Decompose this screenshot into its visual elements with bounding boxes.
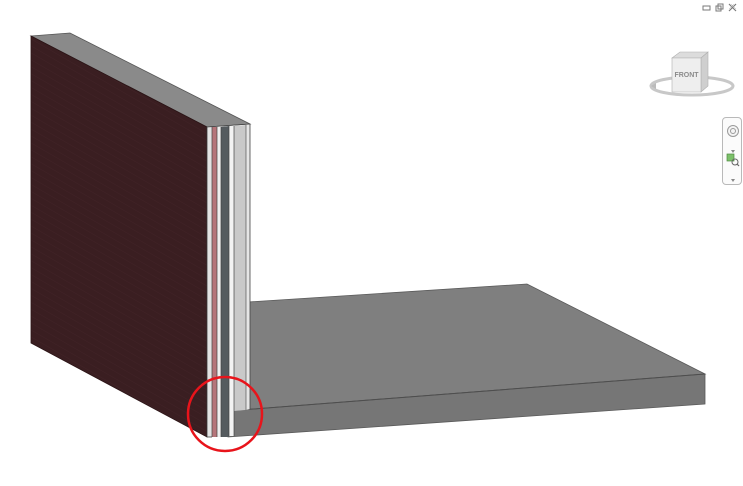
minimize-icon[interactable] (701, 2, 711, 12)
steering-wheel-icon[interactable] (726, 124, 740, 138)
viewcube[interactable]: FRONT (646, 48, 738, 104)
viewcube-face-label[interactable]: FRONT (674, 72, 699, 79)
model-viewport[interactable] (0, 0, 743, 486)
close-icon[interactable] (727, 2, 737, 12)
floor-slab[interactable] (227, 283, 707, 438)
zoom-region-icon[interactable] (726, 153, 740, 167)
zoom-dropdown-icon[interactable] (726, 171, 740, 182)
navigation-bar (722, 117, 742, 185)
steering-wheel-dropdown-icon[interactable] (726, 142, 740, 153)
restore-icon[interactable] (714, 2, 724, 12)
window-controls (701, 2, 737, 12)
wall[interactable] (29, 32, 252, 438)
